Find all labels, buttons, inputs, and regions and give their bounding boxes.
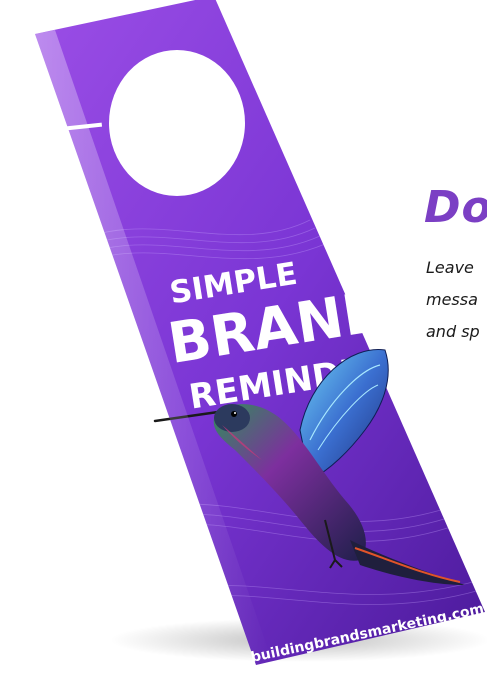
door-hanger: SIMPLE BRAND REMINDER buildingbrandsmark… <box>35 0 487 666</box>
door-knob-hole <box>109 50 245 196</box>
